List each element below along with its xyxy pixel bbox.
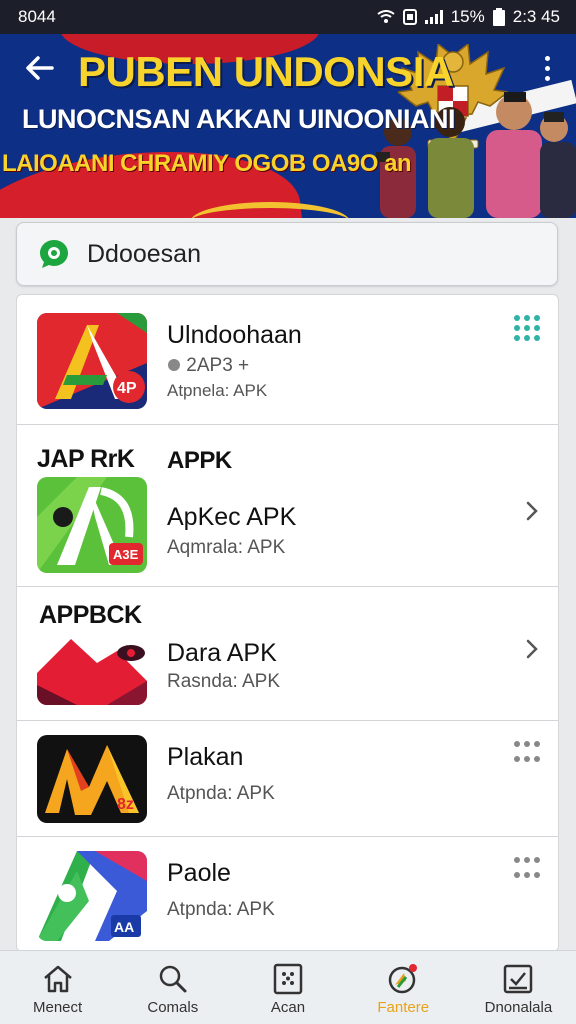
nav-label: Dnonalala	[484, 999, 553, 1016]
status-icons: 15% 2:3 45	[377, 7, 560, 27]
apps-icon	[273, 963, 303, 995]
app-size: Atpnela: APK	[167, 381, 268, 400]
dot	[545, 76, 550, 81]
arrow-left-icon	[26, 56, 54, 80]
battery-icon	[492, 8, 505, 26]
home-icon	[43, 965, 72, 993]
rating-icon	[168, 359, 180, 371]
nav-item-home[interactable]: Menect	[0, 951, 115, 1024]
search-icon	[159, 965, 187, 993]
grid-menu-icon[interactable]	[514, 315, 540, 341]
sim-icon	[402, 9, 417, 25]
nav-item-apps[interactable]: Acan	[230, 951, 345, 1024]
chevron-right-icon[interactable]	[522, 637, 542, 661]
blue-a-app-icon: AA	[37, 851, 147, 941]
banner-subtitle: LUNOCNSAN AKKAN UINOONIANI	[22, 104, 456, 134]
list-item-app-4[interactable]: 8z Plakan Atpnda: APK	[17, 721, 558, 837]
back-button[interactable]	[24, 52, 60, 88]
status-clock: 2:3 45	[512, 7, 560, 26]
green-a-app-icon: A3E	[37, 477, 147, 573]
grid-menu-icon[interactable]	[514, 741, 540, 767]
app-meta-text: 2AP3 +	[186, 355, 250, 376]
nav-item-notifications[interactable]: Fantere	[346, 951, 461, 1024]
download-icon	[504, 964, 533, 994]
list-item-app-2[interactable]: JAP RrK APPK A3E ApKec APK Aqmrala: APK	[17, 425, 558, 587]
app-name: Paole	[167, 859, 231, 887]
battery-percent: 15%	[450, 7, 485, 26]
app-name: Dara APK	[167, 639, 277, 667]
app-meta: 2AP3 +	[167, 355, 249, 377]
app-name: ApKec APK	[167, 503, 297, 531]
list-item-app-5[interactable]: AA Paole Atpnda: APK	[17, 837, 558, 951]
section-label: JAP RrK	[37, 445, 135, 473]
search-bar[interactable]: Ddooesan	[16, 222, 558, 286]
dot	[545, 56, 550, 61]
notification-icon	[388, 964, 418, 994]
app-size: Atpnda: APK	[167, 899, 275, 920]
nav-label: Acan	[270, 999, 306, 1016]
svg-text:A3E: A3E	[113, 547, 139, 562]
overflow-menu-button[interactable]	[545, 56, 550, 81]
orange-m-app-icon: 8z	[37, 735, 147, 823]
app-size: Aqmrala: APK	[167, 537, 286, 558]
list-item-app-1[interactable]: 4P Ulndoohaan 2AP3 + Atpnela: APK	[17, 295, 558, 425]
status-time: 8044	[18, 7, 56, 26]
section-sub-label: APPK	[167, 447, 232, 474]
nav-label: Comals	[147, 999, 199, 1016]
search-text: Ddooesan	[87, 239, 201, 268]
hero-banner: PUBEN UNDONSIA LUNOCNSAN AKKAN UINOONIAN…	[0, 34, 576, 218]
status-bar: 8044 15% 2:3 45	[0, 0, 576, 34]
red-a-app-icon: 4P	[37, 313, 147, 409]
app-name: Ulndoohaan	[167, 321, 302, 349]
list-item-app-3[interactable]: APPBCK Dara APK Rasnda: APK	[17, 587, 558, 721]
banner-tagline: LAIOAANI CHRAMIY OGOB OA9O an	[2, 150, 412, 177]
app-name: Plakan	[167, 743, 244, 771]
app-list: 4P Ulndoohaan 2AP3 + Atpnela: APK JAP Rr…	[16, 294, 559, 952]
chat-bubble-icon	[40, 240, 68, 268]
app-size: Rasnda: APK	[167, 671, 281, 692]
nav-label: Fantere	[377, 999, 430, 1016]
signal-icon	[424, 10, 443, 24]
banner-title: PUBEN UNDONSIA	[78, 48, 454, 95]
nav-item-downloads[interactable]: Dnonalala	[461, 951, 576, 1024]
red-mountain-app-icon	[37, 633, 147, 705]
nav-label: Menect	[33, 999, 83, 1016]
svg-text:AA: AA	[114, 919, 134, 935]
wifi-icon	[377, 10, 395, 23]
chevron-right-icon[interactable]	[522, 499, 542, 523]
svg-text:4P: 4P	[117, 380, 137, 397]
section-label-2: APPBCK	[39, 601, 142, 629]
app-size: Atpnda: APK	[167, 783, 275, 804]
svg-text:8z: 8z	[117, 796, 134, 813]
dot	[545, 66, 550, 71]
bottom-navigation: Menect Comals Acan Fantere Dnonalala	[0, 950, 576, 1024]
nav-item-search[interactable]: Comals	[115, 951, 230, 1024]
grid-menu-icon[interactable]	[514, 857, 540, 883]
